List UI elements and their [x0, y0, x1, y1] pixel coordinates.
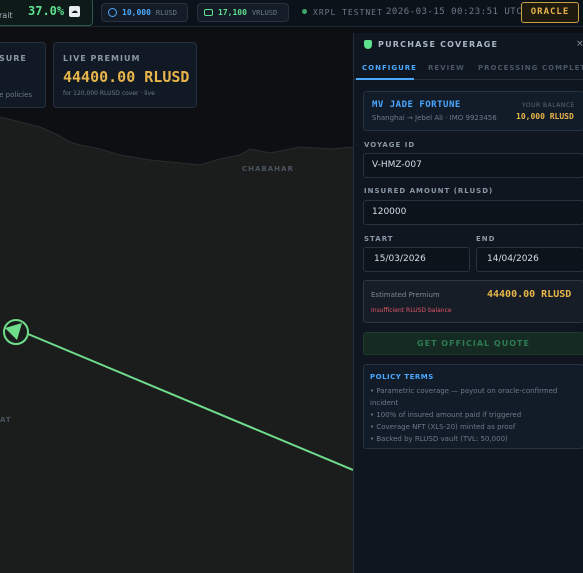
live-premium-sub: for 120,000 RLUSD cover · live	[63, 90, 155, 97]
end-date-input[interactable]: 14/04/2026	[476, 247, 583, 272]
balance-label: YOUR BALANCE	[522, 102, 575, 109]
risk-indicator[interactable]: rait 37.0% ☁	[0, 0, 93, 26]
place-label-chabahar: CHABAHAR	[242, 165, 294, 173]
map-view[interactable]: SURE ve policies LIVE PREMIUM 44400.00 R…	[0, 27, 353, 573]
place-label-partial: AT	[0, 416, 12, 424]
vessel-name: MV JADE FORTUNE	[372, 100, 461, 110]
get-official-quote-button[interactable]: GET OFFICIAL QUOTE	[363, 332, 583, 355]
voyage-id-label: VOYAGE ID	[364, 141, 416, 149]
estimated-premium-value: 44400.00 RLUSD	[487, 289, 572, 300]
insured-amount-input[interactable]: 120000	[363, 200, 583, 225]
live-premium-value: 44400.00 RLUSD	[63, 68, 190, 86]
tab-review[interactable]: REVIEW	[428, 64, 465, 72]
vessel-route: Shanghai → Jebel Ali · IMO 9923456	[372, 114, 497, 122]
policy-term-item: • 100% of insured amount paid if trigger…	[370, 411, 522, 419]
live-premium-title: LIVE PREMIUM	[63, 54, 141, 63]
oracle-button[interactable]: ORACLE	[521, 2, 579, 23]
status-dot-icon	[302, 9, 307, 14]
map-canvas	[0, 116, 353, 573]
vrlusd-balance-pill[interactable]: 17,100 VRLUSD	[197, 3, 289, 22]
network-label: XRPL TESTNET	[313, 8, 383, 17]
start-date-label: START	[364, 235, 394, 243]
vrlusd-balance-value: 17,100	[218, 8, 247, 17]
exposure-card: SURE ve policies	[0, 42, 46, 108]
estimated-premium-box: Estimated Premium 44400.00 RLUSD Insuffi…	[363, 280, 583, 323]
tab-configure[interactable]: CONFIGURE	[362, 64, 417, 72]
shield-icon	[364, 40, 372, 49]
vrlusd-balance-unit: VRLUSD	[251, 8, 278, 17]
policy-terms-box: POLICY TERMS • Parametric coverage — pay…	[363, 364, 583, 449]
active-tab-indicator	[356, 78, 414, 80]
rlusd-balance-pill[interactable]: 10,000 RLUSD	[101, 3, 188, 22]
end-date-label: END	[476, 235, 496, 243]
tab-processing[interactable]: PROCESSING	[478, 64, 538, 72]
risk-label: rait	[0, 11, 13, 20]
coin-icon	[108, 8, 117, 17]
policy-term-item: • Backed by RLUSD vault (TVL: 50,000)	[370, 435, 508, 443]
start-date-input[interactable]: 15/03/2026	[363, 247, 470, 272]
estimated-premium-label: Estimated Premium	[371, 291, 440, 299]
policy-terms-title: POLICY TERMS	[370, 373, 434, 381]
tab-complete[interactable]: COMPLETE	[542, 64, 583, 72]
step-tabs: CONFIGURE REVIEW PROCESSING COMPLETE	[354, 60, 583, 80]
exposure-title: SURE	[0, 54, 27, 63]
network-status: XRPL TESTNET	[302, 8, 383, 17]
purchase-coverage-panel: PURCHASE COVERAGE × CONFIGURE REVIEW PRO…	[353, 33, 583, 573]
cloud-icon: ☁	[69, 6, 80, 17]
rlusd-balance-unit: RLUSD	[155, 8, 177, 17]
policy-term-item: • Coverage NFT (XLS-20) minted as proof	[370, 423, 516, 431]
policy-term-item: incident	[370, 399, 399, 407]
datetime-display: 2026-03-15 00:23:51 UTC	[386, 7, 523, 17]
top-bar: rait 37.0% ☁ 10,000 RLUSD 17,100 VRLUSD …	[0, 0, 583, 27]
live-premium-card: LIVE PREMIUM 44400.00 RLUSD for 120,000 …	[53, 42, 197, 108]
balance-value: 10,000 RLUSD	[516, 112, 574, 121]
rlusd-balance-value: 10,000	[122, 8, 151, 17]
panel-title: PURCHASE COVERAGE	[378, 40, 499, 49]
exposure-sub: ve policies	[0, 91, 33, 99]
balance-error-message: Insufficient RLUSD balance	[371, 307, 452, 314]
policy-term-item: • Parametric coverage — payout on oracle…	[370, 387, 558, 395]
risk-percent: 37.0%	[28, 4, 65, 18]
vessel-card: MV JADE FORTUNE Shanghai → Jebel Ali · I…	[363, 91, 583, 131]
panel-header: PURCHASE COVERAGE ×	[354, 33, 583, 57]
insured-amount-label: INSURED AMOUNT (RLUSD)	[364, 187, 494, 195]
vault-icon	[204, 9, 213, 16]
close-icon[interactable]: ×	[576, 39, 583, 49]
voyage-id-input[interactable]: V-HMZ-007	[363, 153, 583, 178]
